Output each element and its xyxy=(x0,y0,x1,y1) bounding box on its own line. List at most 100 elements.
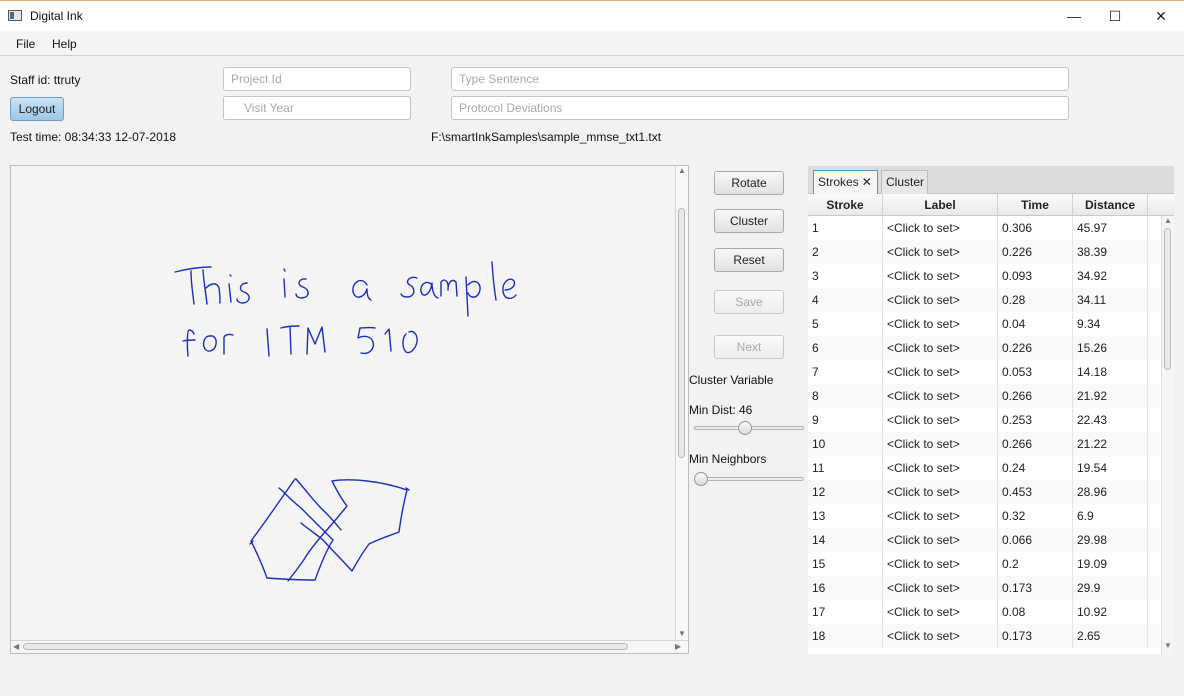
table-row[interactable]: 3 <Click to set> 0.093 34.92 xyxy=(808,264,1160,288)
cell-label[interactable]: <Click to set> xyxy=(883,216,998,240)
table-row[interactable]: 18 <Click to set> 0.173 2.65 xyxy=(808,624,1160,648)
table-row[interactable]: 1 <Click to set> 0.306 45.97 xyxy=(808,216,1160,240)
cell-label[interactable]: <Click to set> xyxy=(883,240,998,264)
min-neighbors-label: Min Neighbors xyxy=(689,452,767,466)
minimize-icon[interactable]: — xyxy=(1051,1,1097,31)
cell-label[interactable]: <Click to set> xyxy=(883,384,998,408)
cell-stroke: 9 xyxy=(808,408,883,432)
tab-strokes-label: Strokes xyxy=(818,175,859,189)
scroll-right-icon[interactable]: ▶ xyxy=(675,642,681,651)
ink-canvas[interactable]: ▲ ▼ ◀ ▶ xyxy=(10,165,689,654)
min-neighbors-slider[interactable] xyxy=(694,477,804,481)
visit-year-field[interactable]: Visit Year xyxy=(223,96,411,120)
tab-strokes[interactable]: Strokes ✕ xyxy=(813,170,878,194)
scroll-down-icon[interactable]: ▼ xyxy=(678,629,686,638)
table-row[interactable]: 14 <Click to set> 0.066 29.98 xyxy=(808,528,1160,552)
table-scroll-thumb[interactable] xyxy=(1164,228,1171,370)
project-id-placeholder: Project Id xyxy=(231,72,282,86)
canvas-horizontal-scrollbar[interactable]: ◀ ▶ xyxy=(11,640,688,653)
table-row[interactable]: 17 <Click to set> 0.08 10.92 xyxy=(808,600,1160,624)
save-button[interactable]: Save xyxy=(714,290,784,314)
menu-file[interactable]: File xyxy=(16,37,35,51)
min-neighbors-slider-thumb[interactable] xyxy=(694,472,708,486)
cell-distance: 19.09 xyxy=(1073,552,1148,576)
cell-stroke: 15 xyxy=(808,552,883,576)
canvas-vertical-scrollbar[interactable]: ▲ ▼ xyxy=(675,166,688,642)
cell-time: 0.266 xyxy=(998,432,1073,456)
cell-time: 0.093 xyxy=(998,264,1073,288)
strokes-tab-pane: Strokes ✕ Cluster Stroke Label Time Dista… xyxy=(808,166,1174,654)
cell-stroke: 18 xyxy=(808,624,883,648)
cell-time: 0.2 xyxy=(998,552,1073,576)
table-row[interactable]: 4 <Click to set> 0.28 34.11 xyxy=(808,288,1160,312)
staff-id-label: Staff id: ttruty xyxy=(10,73,81,87)
cell-label[interactable]: <Click to set> xyxy=(883,528,998,552)
cluster-button[interactable]: Cluster xyxy=(714,209,784,233)
table-row[interactable]: 2 <Click to set> 0.226 38.39 xyxy=(808,240,1160,264)
cell-stroke: 1 xyxy=(808,216,883,240)
cell-label[interactable]: <Click to set> xyxy=(883,264,998,288)
reset-button[interactable]: Reset xyxy=(714,248,784,272)
scroll-up-icon[interactable]: ▲ xyxy=(678,166,686,175)
cell-time: 0.453 xyxy=(998,480,1073,504)
scroll-left-icon[interactable]: ◀ xyxy=(13,642,19,651)
table-row[interactable]: 16 <Click to set> 0.173 29.9 xyxy=(808,576,1160,600)
project-id-field[interactable]: Project Id xyxy=(223,67,411,91)
close-icon[interactable]: ✕ xyxy=(1138,1,1184,31)
cell-distance: 9.34 xyxy=(1073,312,1148,336)
table-row[interactable]: 10 <Click to set> 0.266 21.22 xyxy=(808,432,1160,456)
table-row[interactable]: 13 <Click to set> 0.32 6.9 xyxy=(808,504,1160,528)
table-scroll-down-icon[interactable]: ▼ xyxy=(1164,641,1172,650)
cell-label[interactable]: <Click to set> xyxy=(883,456,998,480)
cell-label[interactable]: <Click to set> xyxy=(883,288,998,312)
table-row[interactable]: 9 <Click to set> 0.253 22.43 xyxy=(808,408,1160,432)
column-header-distance[interactable]: Distance xyxy=(1073,194,1148,216)
rotate-button[interactable]: Rotate xyxy=(714,171,784,195)
table-row[interactable]: 5 <Click to set> 0.04 9.34 xyxy=(808,312,1160,336)
protocol-deviations-field[interactable]: Protocol Deviations xyxy=(451,96,1069,120)
maximize-icon[interactable]: ☐ xyxy=(1092,1,1138,31)
table-scroll-up-icon[interactable]: ▲ xyxy=(1164,216,1172,225)
table-scrollbar[interactable]: ▲ ▼ xyxy=(1161,216,1174,654)
cell-label[interactable]: <Click to set> xyxy=(883,576,998,600)
cell-distance: 38.39 xyxy=(1073,240,1148,264)
cluster-variable-label: Cluster Variable xyxy=(689,373,774,387)
cell-time: 0.226 xyxy=(998,240,1073,264)
cell-label[interactable]: <Click to set> xyxy=(883,504,998,528)
table-row[interactable]: 8 <Click to set> 0.266 21.92 xyxy=(808,384,1160,408)
type-sentence-field[interactable]: Type Sentence xyxy=(451,67,1069,91)
next-button[interactable]: Next xyxy=(714,335,784,359)
cell-label[interactable]: <Click to set> xyxy=(883,408,998,432)
cell-stroke: 11 xyxy=(808,456,883,480)
tab-header: Strokes ✕ Cluster xyxy=(808,166,1174,194)
cell-label[interactable]: <Click to set> xyxy=(883,624,998,648)
cell-stroke: 3 xyxy=(808,264,883,288)
menu-help[interactable]: Help xyxy=(52,37,77,51)
table-row[interactable]: 6 <Click to set> 0.226 15.26 xyxy=(808,336,1160,360)
cell-label[interactable]: <Click to set> xyxy=(883,360,998,384)
column-header-time[interactable]: Time xyxy=(998,194,1073,216)
table-row[interactable]: 15 <Click to set> 0.2 19.09 xyxy=(808,552,1160,576)
cell-time: 0.173 xyxy=(998,624,1073,648)
cell-label[interactable]: <Click to set> xyxy=(883,480,998,504)
cell-stroke: 14 xyxy=(808,528,883,552)
cell-label[interactable]: <Click to set> xyxy=(883,432,998,456)
cell-distance: 45.97 xyxy=(1073,216,1148,240)
logout-button[interactable]: Logout xyxy=(10,97,64,121)
cell-label[interactable]: <Click to set> xyxy=(883,336,998,360)
column-header-stroke[interactable]: Stroke xyxy=(808,194,883,216)
canvas-vertical-scroll-thumb[interactable] xyxy=(678,208,685,458)
cell-distance: 29.9 xyxy=(1073,576,1148,600)
cell-label[interactable]: <Click to set> xyxy=(883,552,998,576)
cell-label[interactable]: <Click to set> xyxy=(883,312,998,336)
tab-close-icon[interactable]: ✕ xyxy=(862,175,872,189)
table-row[interactable]: 11 <Click to set> 0.24 19.54 xyxy=(808,456,1160,480)
column-header-label[interactable]: Label xyxy=(883,194,998,216)
min-dist-slider-thumb[interactable] xyxy=(738,421,753,435)
tab-cluster[interactable]: Cluster xyxy=(881,170,928,194)
canvas-horizontal-scroll-thumb[interactable] xyxy=(23,643,628,650)
cell-label[interactable]: <Click to set> xyxy=(883,600,998,624)
table-row[interactable]: 12 <Click to set> 0.453 28.96 xyxy=(808,480,1160,504)
table-row[interactable]: 7 <Click to set> 0.053 14.18 xyxy=(808,360,1160,384)
cell-stroke: 4 xyxy=(808,288,883,312)
